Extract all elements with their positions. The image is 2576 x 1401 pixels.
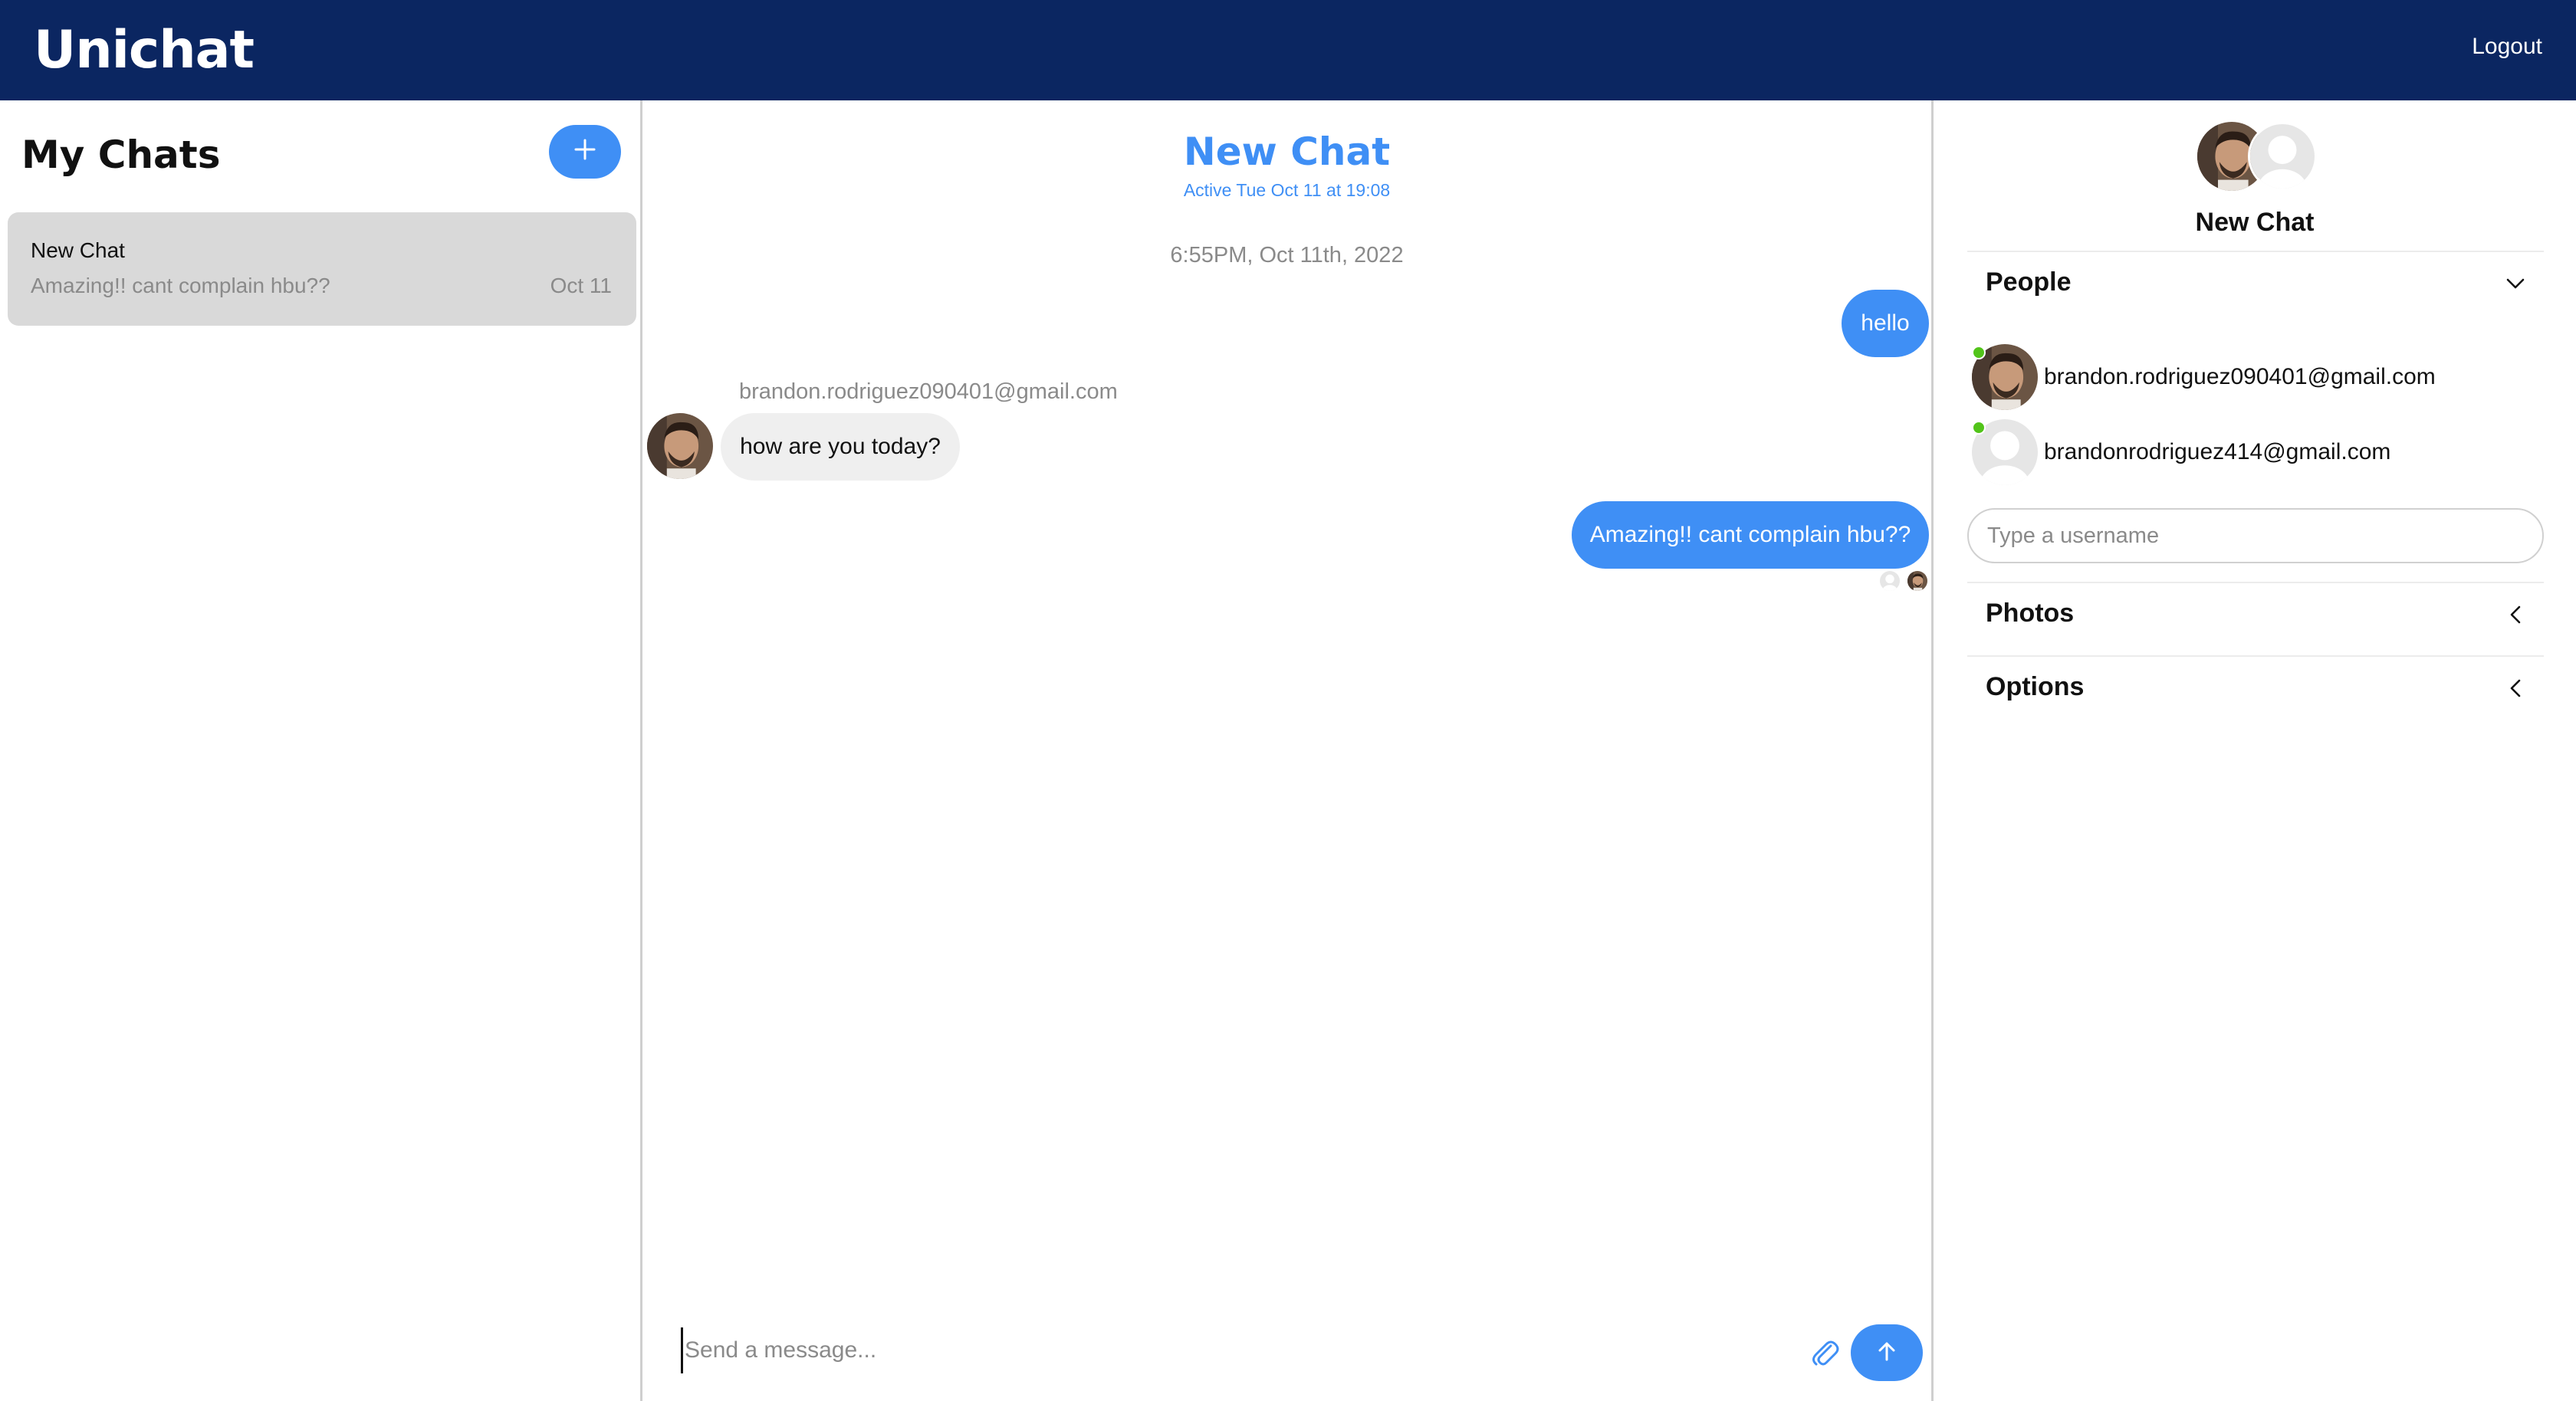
message-bubble-incoming: how are you today? [721,413,960,481]
chat-card-title: New Chat [31,238,125,262]
section-label: Options [1986,672,2085,701]
chevron-left-icon [2504,677,2527,700]
online-indicator [1972,421,1986,435]
person-email: brandonrodriguez414@gmail.com [2044,439,2391,464]
chat-settings-title: New Chat [2195,208,2315,237]
chat-list-title: My Chats [21,133,221,177]
send-button[interactable] [1851,1324,1923,1381]
logout-button[interactable]: Logout [2472,34,2542,60]
paperclip-icon[interactable] [1805,1332,1845,1372]
chat-member-avatar [2248,122,2317,191]
chat-title: New Chat [1183,130,1391,174]
brand-logo: Unichat [34,20,255,80]
message-text: how are you today? [740,434,941,459]
chat-list-panel: My Chats New Chat Amazing!! cant complai… [0,100,642,1401]
message-bubble-outgoing: hello [1842,290,1929,357]
read-receipt-avatar [1880,571,1900,591]
chat-card-date: Oct 11 [550,274,612,297]
sender-avatar [647,413,713,479]
arrow-up-icon [1874,1338,1900,1368]
section-people-toggle[interactable]: People [1967,252,2544,313]
chat-card[interactable]: New Chat Amazing!! cant complain hbu?? O… [8,212,636,326]
new-chat-button[interactable] [549,125,621,179]
read-receipt-avatar [1907,571,1927,591]
chat-active-status: Active Tue Oct 11 at 19:08 [1183,180,1391,200]
section-options-toggle[interactable]: Options [1967,657,2544,718]
message-sender: brandon.rodriguez090401@gmail.com [739,379,1118,404]
message-bubble-outgoing: Amazing!! cant complain hbu?? [1572,501,1929,569]
message-composer [642,1309,1931,1401]
message-text: hello [1861,310,1910,336]
chevron-down-icon [2504,272,2527,295]
section-label: People [1986,267,2072,297]
person-email: brandon.rodriguez090401@gmail.com [2044,364,2436,389]
section-label: Photos [1986,599,2075,628]
person-row: brandonrodriguez414@gmail.com [1967,419,2544,488]
chevron-left-icon [2504,603,2527,626]
person-row: brandon.rodriguez090401@gmail.com [1967,344,2544,413]
plus-icon [572,133,598,171]
section-photos-toggle[interactable]: Photos [1967,583,2544,645]
chat-settings-panel: New Chat People brandon.rodriguez090401@… [1934,100,2576,1401]
chat-feed: New Chat Active Tue Oct 11 at 19:08 6:55… [642,100,1934,1401]
chat-card-preview: Amazing!! cant complain hbu?? [31,274,330,297]
online-indicator [1972,346,1986,359]
username-input[interactable] [1967,508,2544,563]
message-text: Amazing!! cant complain hbu?? [1589,522,1911,547]
message-input[interactable] [681,1327,1677,1373]
top-bar: Unichat Logout [0,0,2576,100]
message-timestamp: 6:55PM, Oct 11th, 2022 [1170,243,1404,267]
